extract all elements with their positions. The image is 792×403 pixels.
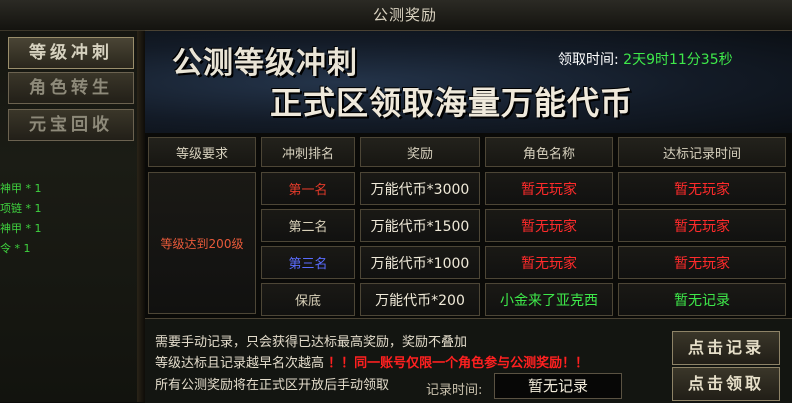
record-button[interactable]: 点击记录	[672, 331, 780, 365]
claim-timer: 领取时间: 2天9时11分35秒	[558, 49, 733, 69]
table-header: 冲刺排名	[261, 137, 355, 167]
note-line-2-text: 等级达标且记录越早名次越高	[155, 356, 325, 371]
record-time: 暂无玩家	[618, 172, 786, 205]
record-time: 暂无玩家	[618, 246, 786, 279]
inventory-item: 神甲 * 1	[0, 182, 42, 195]
note-line-2: 等级达标且记录越早名次越高 ！！同一账号仅限一个角色参与公测奖励！！	[155, 352, 588, 371]
player-name: 小金来了亚克西	[485, 283, 613, 316]
note-line-2-warning: ！！同一账号仅限一个角色参与公测奖励！！	[328, 356, 589, 371]
banner-title: 公测等级冲刺	[172, 46, 358, 81]
window-title: 公测奖励	[372, 6, 437, 24]
rank-label: 保底	[261, 283, 355, 316]
level-requirement: 等级达到200级	[148, 172, 256, 314]
sidebar-item-gold-recycle[interactable]: 元宝回收	[8, 109, 134, 141]
inventory-item: 项链 * 1	[0, 202, 42, 215]
table-header: 达标记录时间	[618, 137, 786, 167]
record-time-value: 暂无记录	[494, 373, 622, 399]
reward-value: 万能代币*1000	[360, 246, 480, 279]
note-line-3: 所有公测奖励将在正式区开放后手动领取	[155, 378, 390, 393]
inventory-item: 令 * 1	[0, 242, 31, 255]
table-header: 角色名称	[485, 137, 613, 167]
rank-label: 第一名	[261, 172, 355, 205]
record-time: 暂无记录	[618, 283, 786, 316]
timer-value: 2天9时11分35秒	[623, 52, 733, 68]
table-header: 奖励	[360, 137, 480, 167]
rank-label: 第三名	[261, 246, 355, 279]
player-name: 暂无玩家	[485, 209, 613, 242]
claim-button[interactable]: 点击领取	[672, 367, 780, 401]
sidebar-item-level-sprint[interactable]: 等级冲刺	[8, 37, 134, 69]
table-header: 等级要求	[148, 137, 256, 167]
note-line-1: 需要手动记录，只会获得已达标最高奖励，奖励不叠加	[155, 335, 468, 350]
record-time-label: 记录时间:	[426, 383, 483, 398]
reward-value: 万能代币*200	[360, 283, 480, 316]
player-name: 暂无玩家	[485, 172, 613, 205]
player-name: 暂无玩家	[485, 246, 613, 279]
timer-label: 领取时间:	[558, 52, 619, 68]
banner-subtitle: 正式区领取海量万能代币	[270, 84, 634, 122]
inventory-item: 神甲 * 1	[0, 222, 42, 235]
sidebar-item-reincarnation[interactable]: 角色转生	[8, 72, 134, 104]
rank-label: 第二名	[261, 209, 355, 242]
reward-value: 万能代币*3000	[360, 172, 480, 205]
reward-value: 万能代币*1500	[360, 209, 480, 242]
title-bar: 公测奖励	[0, 0, 792, 31]
record-time: 暂无玩家	[618, 209, 786, 242]
